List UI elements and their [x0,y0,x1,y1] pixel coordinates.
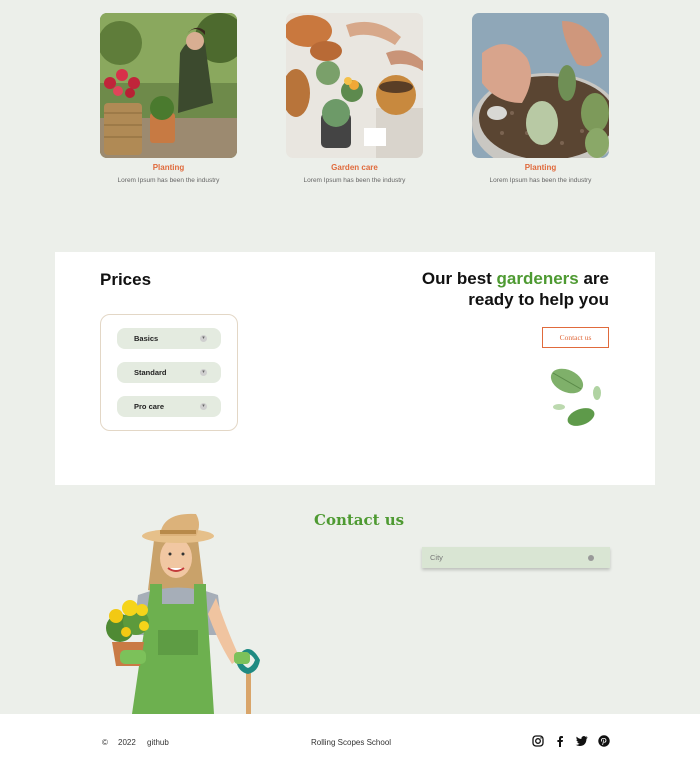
rolling-scopes-school-link[interactable]: Rolling Scopes School [311,738,391,747]
price-item-standard[interactable]: Standard ▾ [117,362,221,383]
city-select[interactable]: City [422,547,610,568]
social-links [531,734,610,747]
prices-title: Prices [100,270,152,289]
contact-us-button[interactable]: Contact us [542,327,609,348]
service-image-planting [100,13,237,158]
github-link[interactable]: github [147,738,169,747]
service-description: Lorem Ipsum has been the industry [117,177,220,184]
price-item-pro-care[interactable]: Pro care ▾ [117,396,221,417]
price-item-label: Basics [134,334,159,343]
pinterest-icon[interactable] [597,734,610,747]
instagram-icon[interactable] [531,734,544,747]
service-card-planting: Planting Lorem Ipsum has been the indust… [100,13,237,184]
promo-text: are [578,269,609,288]
service-description: Lorem Ipsum has been the industry [303,177,406,184]
chevron-down-icon: ▾ [200,369,207,376]
chevron-down-icon: ▾ [200,335,207,342]
promo-heading: Our best gardeners are ready to help you [379,268,609,310]
service-title: Garden care [331,163,378,172]
gardener-image [106,513,260,714]
service-card-planting-2: Planting Lorem Ipsum has been the indust… [472,13,609,184]
facebook-icon[interactable] [553,734,566,747]
contact-title: Contact us [314,511,405,529]
service-title: Planting [524,163,557,172]
promo-text: Our best [421,269,497,288]
service-image-garden-care [286,13,423,158]
service-title: Planting [152,163,185,172]
price-item-label: Standard [134,368,167,377]
service-description: Lorem Ipsum has been the industry [489,177,592,184]
prices-section: Prices Basics ▾ Standard ▾ Pro care ▾ Ou… [55,252,655,485]
copyright-symbol: © [102,738,108,747]
chevron-down-icon: ▾ [200,403,207,410]
chevron-down-icon [588,554,594,561]
price-item-basics[interactable]: Basics ▾ [117,328,221,349]
promo-text: ready to help you [468,290,609,309]
leaves-illustration [550,368,601,426]
service-card-garden-care: Garden care Lorem Ipsum has been the ind… [286,13,423,184]
promo-accent: gardeners [496,269,579,288]
footer: © 2022 github Rolling Scopes School [0,714,700,778]
service-image-cactus [472,13,609,158]
copyright-year: 2022 [118,738,136,747]
price-item-label: Pro care [134,402,165,411]
twitter-icon[interactable] [575,734,588,747]
prices-accordion: Basics ▾ Standard ▾ Pro care ▾ [100,314,238,431]
city-select-placeholder: City [430,553,443,562]
